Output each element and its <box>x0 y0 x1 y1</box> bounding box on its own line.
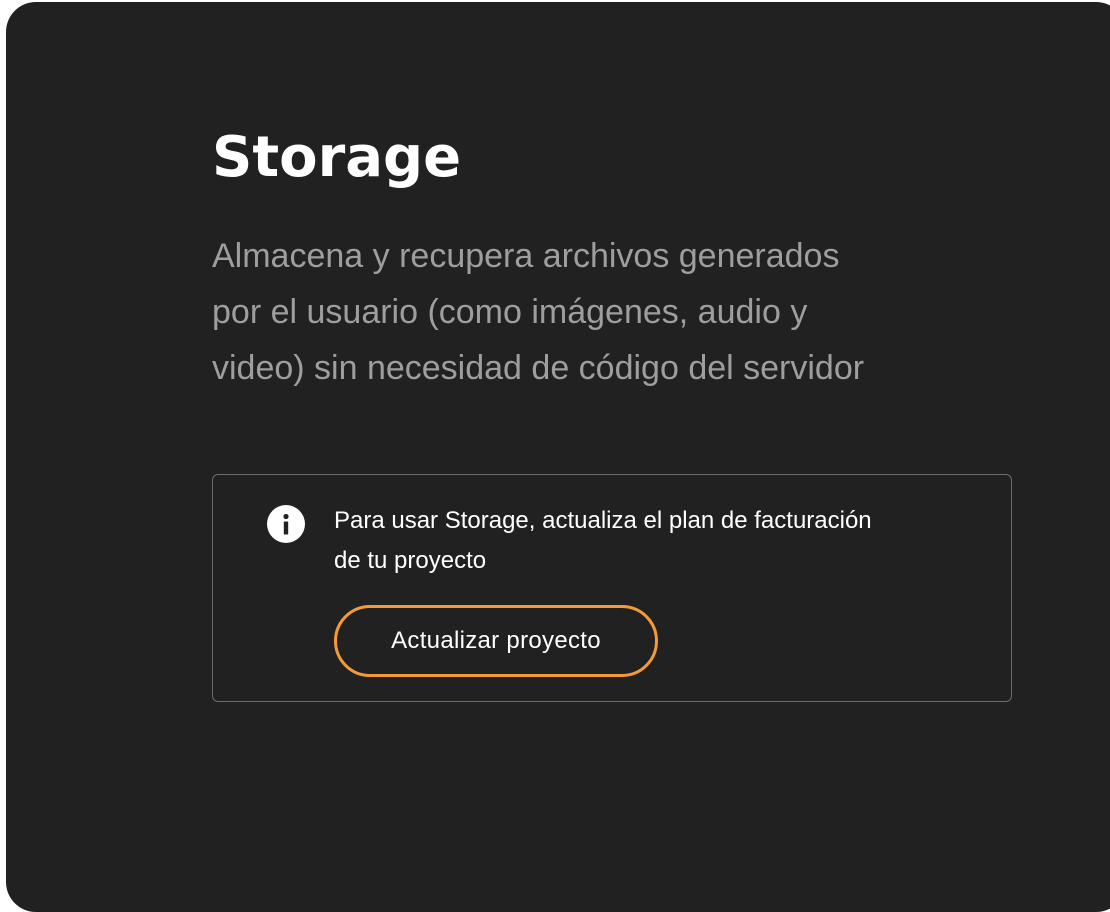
description-line: video) sin necesidad de código del servi… <box>212 349 865 387</box>
notice-message-line: Para usar Storage, actualiza el plan de … <box>334 507 872 534</box>
upgrade-project-button[interactable]: Actualizar proyecto <box>334 605 658 677</box>
storage-panel: Storage Almacena y recupera archivos gen… <box>6 2 1110 912</box>
billing-upgrade-notice: Para usar Storage, actualiza el plan de … <box>212 474 1012 702</box>
page-title: Storage <box>212 125 462 190</box>
description-line: por el usuario (como imágenes, audio y <box>212 293 808 331</box>
description-line: Almacena y recupera archivos generados <box>212 237 840 275</box>
notice-message: Para usar Storage, actualiza el plan de … <box>334 501 994 581</box>
notice-message-line: de tu proyecto <box>334 547 487 574</box>
info-icon <box>267 505 305 543</box>
storage-description: Almacena y recupera archivos generados p… <box>212 228 1032 396</box>
